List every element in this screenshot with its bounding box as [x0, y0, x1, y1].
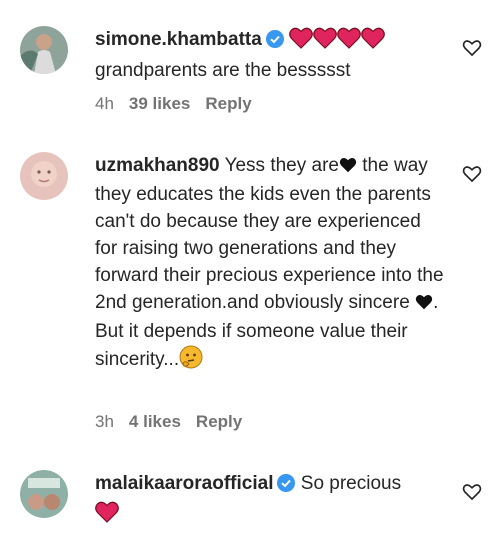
red-heart-icon	[95, 501, 119, 531]
reply-button[interactable]: Reply	[205, 94, 251, 113]
likes-count[interactable]: 39 likes	[129, 94, 190, 113]
like-heart-icon[interactable]	[462, 38, 482, 58]
username[interactable]: uzmakhan890	[95, 155, 220, 176]
like-heart-icon[interactable]	[462, 482, 482, 502]
likes-count[interactable]: 4 likes	[129, 412, 181, 431]
reply-button[interactable]: Reply	[196, 412, 242, 431]
username[interactable]: simone.khambatta	[95, 29, 262, 50]
comment-body: uzmakhan890 Yess they are the way they e…	[95, 152, 445, 377]
username[interactable]: malaikaaroraofficial	[95, 473, 273, 494]
avatar[interactable]	[20, 26, 68, 74]
avatar[interactable]	[20, 152, 68, 200]
comment-body: malaikaaroraofficial So precious	[95, 470, 445, 531]
verified-badge-icon	[277, 473, 296, 500]
comment-text: grandparents are the bessssst	[95, 60, 351, 81]
comment-time[interactable]: 4h	[95, 94, 114, 113]
red-heart-icon	[289, 27, 313, 57]
comment-text-part-2: the way they educates the kids even the …	[95, 155, 444, 313]
comment-1: simone.khambatta grandparents are the be…	[0, 0, 498, 130]
comment-time[interactable]: 3h	[95, 412, 114, 431]
comment-3: malaikaaroraofficial So precious	[0, 460, 498, 535]
black-heart-icon	[339, 154, 357, 181]
black-heart-icon	[415, 291, 433, 318]
comment-2: uzmakhan890 Yess they are the way they e…	[0, 130, 498, 460]
comment-meta: 3h 4 likes Reply	[95, 412, 257, 432]
avatar[interactable]	[20, 470, 68, 518]
verified-badge-icon	[265, 29, 284, 56]
comment-text: So precious	[300, 473, 402, 494]
red-heart-icon	[337, 27, 361, 57]
like-heart-icon[interactable]	[462, 164, 482, 184]
thinking-face-icon	[179, 345, 203, 377]
comment-meta: 4h 39 likes Reply	[95, 94, 267, 114]
red-heart-icon	[361, 27, 385, 57]
comment-text-part-1: Yess they are	[224, 155, 339, 176]
comment-body: simone.khambatta grandparents are the be…	[95, 26, 445, 84]
red-heart-icon	[313, 27, 337, 57]
